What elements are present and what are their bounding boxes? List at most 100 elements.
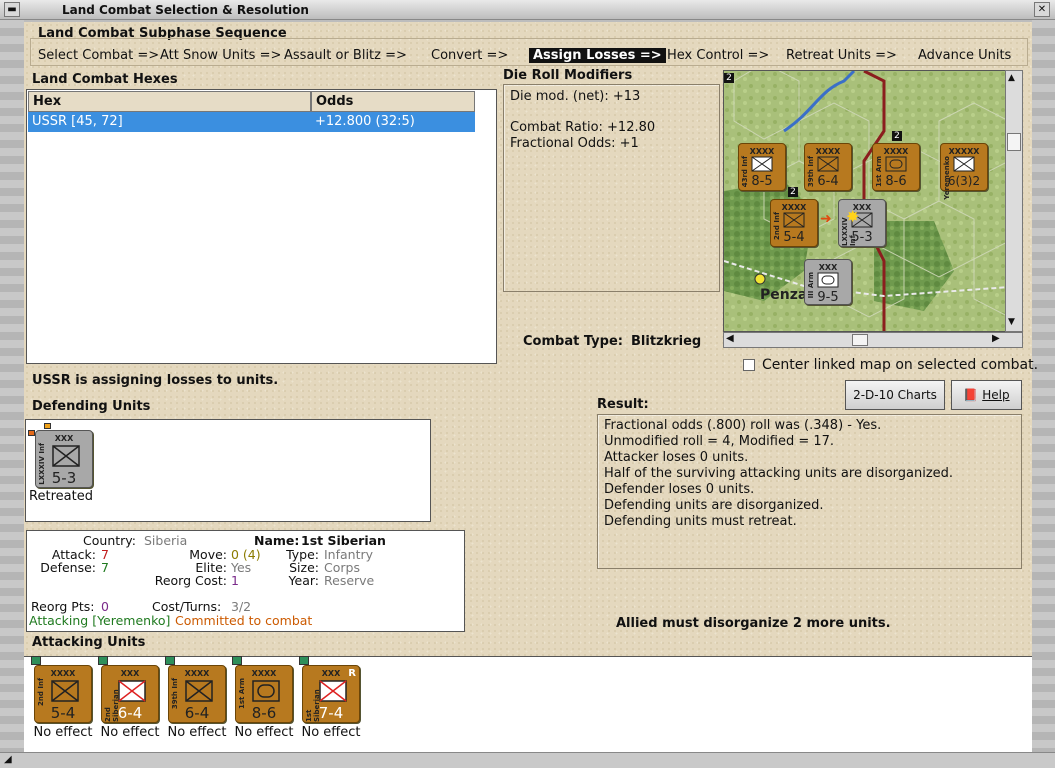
scroll-thumb[interactable]: [1007, 133, 1021, 151]
combat-type-value: Blitzkrieg: [631, 334, 702, 349]
status-marker: [44, 423, 51, 429]
armor-icon: [817, 272, 839, 288]
stack-marker: [299, 656, 309, 665]
unit-strength: 6-4: [184, 704, 210, 722]
hexes-header: Land Combat Hexes: [32, 72, 178, 87]
reserve-marker: R: [348, 668, 356, 679]
defending-header: Defending Units: [32, 399, 151, 414]
step-convert[interactable]: Convert =>: [431, 48, 508, 63]
step-att-snow[interactable]: Att Snow Units =>: [160, 48, 281, 63]
attacking-unit-5[interactable]: XXX R 1st Siberian 7-4: [299, 656, 360, 723]
infantry-icon: [319, 680, 347, 702]
hex-row-hex[interactable]: USSR [45, 72]: [28, 112, 311, 132]
result-line: Defending units must retreat.: [604, 514, 797, 529]
defending-panel: XXX LXXXIV Inf 5-3 Retreated: [25, 419, 431, 522]
defending-unit[interactable]: XXX LXXXIV Inf 5-3: [35, 430, 93, 488]
unit-strength: 8-6: [885, 174, 907, 189]
scroll-right-icon[interactable]: ▶: [992, 333, 1000, 344]
unit-info-panel: Country: Siberia Attack: 7 Defense: 7 Na…: [26, 530, 465, 632]
step-assign-losses[interactable]: Assign Losses =>: [529, 48, 666, 63]
infantry-icon: [52, 445, 80, 467]
unit-strength: 5-4: [783, 230, 805, 245]
title-bar[interactable]: ▬ Land Combat Selection & Resolution ✕: [0, 0, 1055, 20]
scroll-up-icon[interactable]: ▲: [1008, 73, 1015, 83]
attacking-unit-1[interactable]: XXXX 2nd Inf 5-4: [31, 656, 92, 723]
stack-marker: [232, 656, 242, 665]
size-mark: XXXX: [815, 147, 841, 156]
attacking-unit-2[interactable]: XXX 2nd Siberian 6-4: [98, 656, 159, 723]
col-hex[interactable]: Hex: [28, 91, 311, 112]
map-unit-1st-arm[interactable]: XXXX 1st Arm 8-6: [872, 143, 920, 191]
map-vertical-scrollbar[interactable]: ▲ ▼: [1005, 70, 1023, 332]
name-label: Name:: [254, 533, 300, 548]
result-line: Half of the surviving attacking units ar…: [604, 466, 954, 481]
step-advance-units[interactable]: Advance Units: [918, 48, 1011, 63]
infantry-icon: [118, 680, 146, 702]
size-mark: XXXXX: [948, 147, 980, 156]
fractional-odds: Fractional Odds: +1: [510, 136, 639, 151]
infantry-icon: [51, 680, 79, 702]
resize-grip-icon[interactable]: ◢: [4, 754, 12, 765]
step-select-combat[interactable]: Select Combat =>: [38, 48, 159, 63]
size-mark: XXXX: [781, 203, 807, 212]
map-unit-yeremenko[interactable]: XXXXX Yeremenko 6(3)2: [940, 143, 988, 200]
unit-status: No effect: [33, 725, 93, 740]
size-mark: XXXX: [883, 147, 909, 156]
linked-map[interactable]: Penza XXXX 43rd Inf 8-5 XXXX 39th Inf 6-4 XX…: [723, 70, 1023, 332]
status-message: USSR is assigning losses to units.: [32, 373, 279, 388]
unit-status: No effect: [167, 725, 227, 740]
cost-value: 3/2: [231, 599, 252, 614]
unit-strength: 6(3)2: [947, 174, 981, 188]
scroll-left-icon[interactable]: ◀: [726, 333, 734, 344]
hq-icon: [953, 156, 975, 172]
col-odds[interactable]: Odds: [311, 91, 475, 112]
scroll-thumb-h[interactable]: [852, 334, 868, 346]
close-icon[interactable]: ✕: [1034, 2, 1050, 17]
map-unit-39th[interactable]: XXXX 39th Inf 6-4: [804, 143, 852, 191]
bottom-bar: ◢: [0, 752, 1055, 768]
size-mark: XXXX: [184, 669, 210, 678]
charts-button[interactable]: 2-D-10 Charts: [845, 380, 945, 410]
hex-row-odds[interactable]: +12.800 (32:5): [311, 112, 475, 132]
combat-ratio: Combat Ratio: +12.80: [510, 120, 656, 135]
map-unit-iii-arm[interactable]: XXX III Arm 9-5: [804, 259, 852, 305]
scroll-down-icon[interactable]: ▼: [1008, 317, 1015, 327]
attacking-unit-4[interactable]: XXXX 1st Arm 8-6: [232, 656, 293, 723]
unit-status: No effect: [301, 725, 361, 740]
defense-value: 7: [101, 560, 109, 575]
result-line: Defender loses 0 units.: [604, 482, 755, 497]
center-map-checkbox[interactable]: [743, 359, 755, 371]
window-menu-icon[interactable]: ▬: [4, 2, 20, 17]
book-icon: 📕: [963, 388, 979, 402]
unit-strength: 5-3: [851, 230, 873, 245]
infantry-icon: [751, 156, 773, 172]
armor-icon: [885, 156, 907, 172]
attacking-unit-3[interactable]: XXXX 39th Inf 6-4: [165, 656, 226, 723]
committed-status: Committed to combat: [175, 613, 313, 628]
step-retreat-units[interactable]: Retreat Units =>: [786, 48, 897, 63]
unit-strength: 8-5: [751, 174, 773, 189]
map-horizontal-scrollbar[interactable]: ◀ ▶: [723, 332, 1023, 348]
unit-strength: 6-4: [117, 704, 143, 722]
unit-status: No effect: [100, 725, 160, 740]
combat-type-label: Combat Type:: [523, 334, 623, 349]
reorg-cost-value: 1: [231, 573, 239, 588]
step-hex-control[interactable]: Hex Control =>: [667, 48, 769, 63]
result-box: Fractional odds (.800) roll was (.348) -…: [597, 414, 1022, 569]
size-mark: XXX: [120, 669, 140, 678]
map-unit-2nd-inf[interactable]: XXXX 2nd Inf 5-4: [770, 199, 818, 247]
size-mark: XXXX: [251, 669, 277, 678]
hexes-table[interactable]: Hex Odds USSR [45, 72] +12.800 (32:5): [26, 89, 497, 364]
unit-strength: 5-4: [50, 704, 76, 722]
step-assault-blitz[interactable]: Assault or Blitz =>: [284, 48, 407, 63]
infantry-icon: [185, 680, 213, 702]
infantry-icon: [817, 156, 839, 172]
map-unit-43rd[interactable]: XXXX 43rd Inf 8-5: [738, 143, 786, 191]
help-button[interactable]: 📕 Help: [951, 380, 1022, 410]
stack-marker: [98, 656, 108, 665]
allied-message: Allied must disorganize 2 more units.: [616, 616, 891, 631]
stack-marker: [165, 656, 175, 665]
unit-strength: 6-4: [817, 174, 839, 189]
reorg-pts-label: Reorg Pts:: [31, 599, 95, 614]
die-mod-net: Die mod. (net): +13: [510, 89, 641, 104]
